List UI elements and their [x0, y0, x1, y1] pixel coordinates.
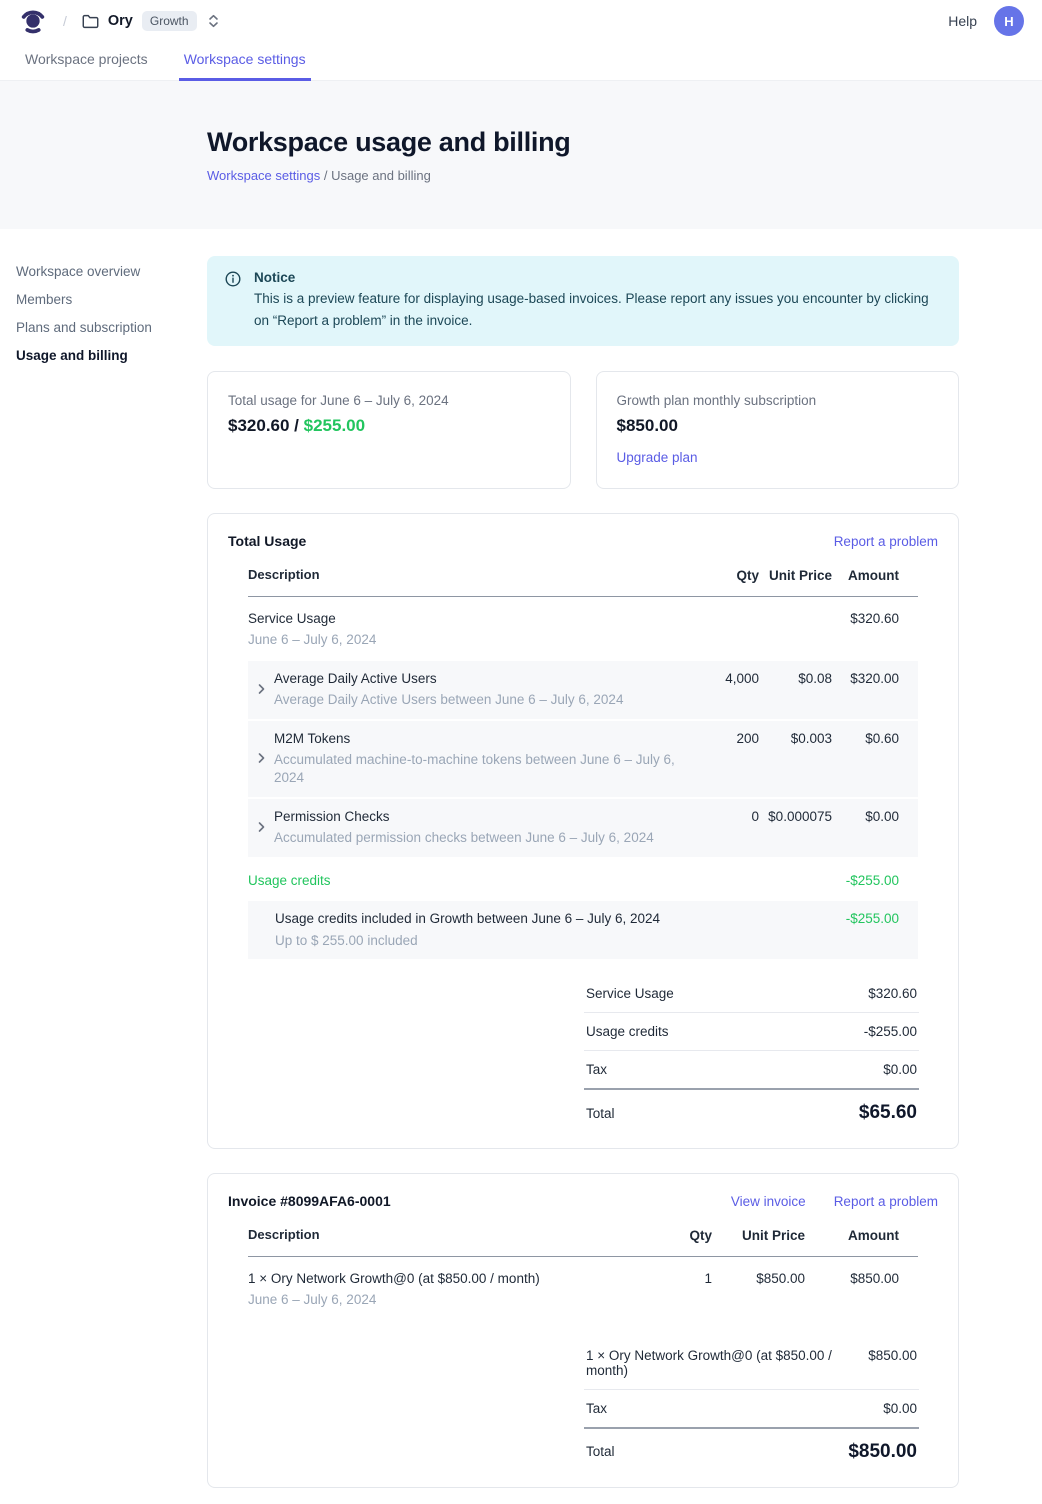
col-description: Description	[248, 1227, 632, 1242]
content-column: Notice This is a preview feature for dis…	[207, 256, 959, 1488]
tab-workspace-projects[interactable]: Workspace projects	[20, 42, 153, 81]
invoice-total-amount: $850.00	[848, 1441, 917, 1463]
table-row-usage-credits: Usage credits -$255.00	[248, 859, 918, 902]
main-area: Workspace overview Members Plans and sub…	[0, 229, 1042, 1504]
included-credit-value: $255.00	[304, 416, 365, 435]
workspace-plan-badge: Growth	[142, 11, 197, 31]
summary-row-service-usage: Service Usage$320.60	[584, 975, 919, 1013]
chevron-up-down-icon	[208, 14, 219, 28]
help-link[interactable]: Help	[948, 13, 977, 29]
ory-logo-icon[interactable]	[20, 8, 46, 34]
workspace-tabs: Workspace projects Workspace settings	[0, 42, 1042, 81]
plan-subscription-card: Growth plan monthly subscription $850.00…	[596, 371, 960, 489]
user-avatar[interactable]: H	[994, 6, 1024, 36]
upgrade-plan-link[interactable]: Upgrade plan	[617, 450, 698, 465]
view-invoice-link[interactable]: View invoice	[731, 1194, 806, 1209]
col-description: Description	[248, 567, 679, 582]
tab-workspace-settings[interactable]: Workspace settings	[179, 42, 311, 81]
plan-amount: $850.00	[617, 416, 939, 436]
page-title: Workspace usage and billing	[207, 127, 1042, 158]
page-hero: Workspace usage and billing Workspace se…	[0, 81, 1042, 229]
usage-total-amount: $65.60	[859, 1102, 917, 1124]
folder-icon	[82, 14, 99, 29]
total-usage-card: Total usage for June 6 – July 6, 2024 $3…	[207, 371, 571, 489]
usage-panel-title: Total Usage	[228, 533, 306, 549]
sidebar-item-members[interactable]: Members	[16, 286, 207, 314]
table-row-plan-line-item: 1 × Ory Network Growth@0 (at $850.00 / m…	[248, 1257, 918, 1321]
sidebar-item-plans-and-subscription[interactable]: Plans and subscription	[16, 314, 207, 342]
summary-row-total: Total $850.00	[584, 1429, 919, 1465]
table-row-m2m-tokens[interactable]: M2M Tokens Accumulated machine-to-machin…	[248, 721, 918, 797]
table-row-usage-credits-detail: Usage credits included in Growth between…	[248, 901, 918, 959]
usage-table: Description Qty Unit Price Amount Servic…	[248, 567, 918, 959]
col-qty: Qty	[632, 1227, 712, 1245]
total-usage-value: $320.60 / $255.00	[228, 416, 550, 436]
col-qty: Qty	[679, 567, 759, 585]
plan-label: Growth plan monthly subscription	[617, 393, 939, 408]
table-row-permission-checks[interactable]: Permission Checks Accumulated permission…	[248, 799, 918, 857]
usage-summary: Service Usage$320.60 Usage credits-$255.…	[584, 975, 919, 1126]
col-amount: Amount	[832, 567, 918, 585]
invoice-title: Invoice #8099AFA6-0001	[228, 1193, 391, 1209]
sidebar-item-workspace-overview[interactable]: Workspace overview	[16, 258, 207, 286]
notice-banner: Notice This is a preview feature for dis…	[207, 256, 959, 346]
invoice-panel: Invoice #8099AFA6-0001 View invoice Repo…	[207, 1173, 959, 1488]
breadcrumb-current: Usage and billing	[331, 168, 431, 183]
usage-panel-header: Total Usage Report a problem	[228, 533, 938, 549]
workspace-name: Ory	[108, 13, 133, 29]
total-usage-panel: Total Usage Report a problem Description…	[207, 513, 959, 1149]
chevron-right-icon[interactable]	[257, 683, 266, 695]
notice-title: Notice	[254, 270, 941, 285]
col-unit-price: Unit Price	[759, 567, 832, 585]
breadcrumb-separator: /	[63, 13, 67, 29]
notice-body: This is a preview feature for displaying…	[254, 288, 941, 331]
invoice-panel-header: Invoice #8099AFA6-0001 View invoice Repo…	[228, 1193, 938, 1209]
summary-row-tax: Tax$0.00	[584, 1051, 919, 1090]
total-usage-label: Total usage for June 6 – July 6, 2024	[228, 393, 550, 408]
table-row-service-usage: Service Usage June 6 – July 6, 2024 $320…	[248, 597, 918, 661]
stat-cards: Total usage for June 6 – July 6, 2024 $3…	[207, 371, 959, 489]
col-unit-price: Unit Price	[712, 1227, 805, 1245]
report-problem-link[interactable]: Report a problem	[834, 1194, 938, 1209]
chevron-right-icon[interactable]	[257, 821, 266, 833]
invoice-summary: 1 × Ory Network Growth@0 (at $850.00 / m…	[584, 1337, 919, 1465]
workspace-switcher[interactable]: Ory Growth	[82, 11, 219, 31]
invoice-table: Description Qty Unit Price Amount 1 × Or…	[248, 1227, 918, 1321]
usage-table-header: Description Qty Unit Price Amount	[248, 567, 918, 597]
info-icon	[225, 270, 241, 331]
table-row-average-daily-active-users[interactable]: Average Daily Active Users Average Daily…	[248, 661, 918, 719]
summary-row-usage-credits: Usage credits-$255.00	[584, 1013, 919, 1051]
breadcrumb-workspace-settings-link[interactable]: Workspace settings	[207, 168, 320, 183]
sidebar-item-usage-and-billing[interactable]: Usage and billing	[16, 342, 207, 370]
col-amount: Amount	[805, 1227, 918, 1245]
summary-row-plan-line-item: 1 × Ory Network Growth@0 (at $850.00 / m…	[584, 1337, 919, 1390]
breadcrumb-separator: /	[324, 168, 331, 183]
chevron-right-icon[interactable]	[257, 752, 266, 764]
top-header: / Ory Growth Help H	[0, 0, 1042, 42]
summary-row-tax: Tax$0.00	[584, 1390, 919, 1429]
breadcrumb: Workspace settings / Usage and billing	[207, 168, 1042, 183]
notice-content: Notice This is a preview feature for dis…	[254, 270, 941, 331]
summary-row-total: Total $65.60	[584, 1090, 919, 1126]
invoice-table-header: Description Qty Unit Price Amount	[248, 1227, 918, 1257]
header-actions: Help H	[948, 6, 1024, 36]
report-problem-link[interactable]: Report a problem	[834, 534, 938, 549]
settings-sidebar: Workspace overview Members Plans and sub…	[16, 256, 207, 370]
